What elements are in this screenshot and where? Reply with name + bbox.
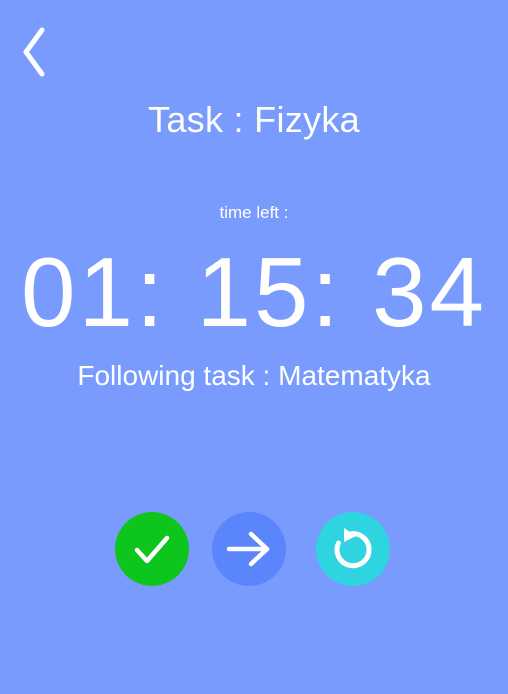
complete-task-button[interactable] [115, 512, 189, 586]
timer-screen: Task : Fizyka time left : 01: 15: 34 Fol… [0, 0, 508, 694]
arrow-right-icon [225, 529, 273, 569]
task-title: Task : Fizyka [148, 99, 360, 140]
checkmark-icon [132, 529, 172, 569]
restart-icon [329, 525, 377, 573]
back-button[interactable] [14, 24, 54, 80]
countdown-timer: 01: 15: 34 [21, 237, 487, 347]
next-task-button[interactable] [212, 512, 286, 586]
chevron-left-icon [20, 26, 48, 78]
restart-task-button[interactable] [316, 512, 390, 586]
action-buttons [0, 512, 508, 588]
following-task-label: Following task : Matematyka [77, 360, 431, 391]
time-left-label: time left : [219, 203, 289, 222]
